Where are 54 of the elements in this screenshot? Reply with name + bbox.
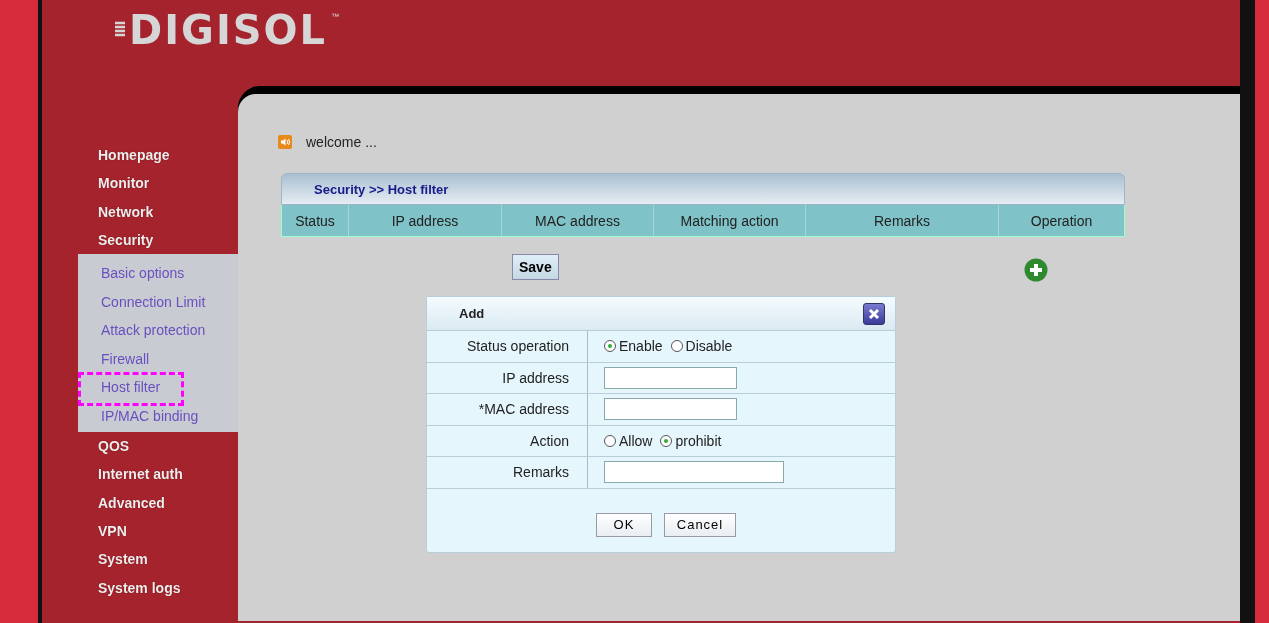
welcome-text: welcome ...	[306, 134, 377, 150]
sidebar-item[interactable]: System logs	[42, 573, 238, 602]
trademark-sign: ™	[331, 12, 340, 21]
add-icon[interactable]	[1023, 258, 1048, 282]
column-header: IP address	[349, 205, 502, 236]
radio-option[interactable]: prohibit	[660, 432, 722, 449]
radio-label: Allow	[619, 432, 653, 449]
field-label: Action	[427, 425, 588, 456]
radio-button[interactable]	[670, 340, 683, 353]
sidebar-item[interactable]: Advanced	[42, 488, 238, 518]
sidebar-item[interactable]: QOS	[42, 432, 238, 461]
submenu-item[interactable]: IP/MAC binding	[78, 401, 238, 431]
submenu-item[interactable]: Basic options	[78, 259, 238, 288]
sidebar-item[interactable]: Security	[42, 225, 238, 255]
sidebar-item[interactable]: Monitor	[42, 169, 238, 198]
input-field[interactable]	[604, 398, 737, 421]
ok-button[interactable]: OK	[596, 512, 652, 537]
sidebar-item[interactable]: Network	[42, 197, 238, 226]
speaker-icon	[278, 135, 292, 149]
radio-option[interactable]: Enable	[604, 338, 663, 355]
radio-button[interactable]	[660, 434, 673, 447]
column-header: Matching action	[654, 205, 806, 236]
field-label: Status operation	[427, 331, 588, 362]
sidebar-item[interactable]: VPN	[42, 517, 238, 546]
close-icon[interactable]	[863, 302, 885, 325]
input-field[interactable]	[604, 366, 737, 389]
submenu-item[interactable]: Firewall	[78, 344, 238, 374]
submenu-item[interactable]: Attack protection	[78, 316, 238, 345]
sidebar-item[interactable]: System	[42, 545, 238, 574]
field-label: Remarks	[427, 457, 588, 488]
sidebar-item[interactable]: Homepage	[42, 141, 238, 170]
sidebar-item[interactable]: Internet auth	[42, 460, 238, 489]
brand-logo: DIGISOL	[129, 8, 328, 52]
radio-label: Disable	[685, 338, 733, 355]
radio-button[interactable]	[604, 434, 616, 447]
radio-option[interactable]: Allow	[604, 432, 653, 449]
column-header: Remarks	[806, 205, 999, 236]
field-label: IP address	[427, 362, 588, 393]
radio-button[interactable]	[604, 340, 616, 353]
submenu-item[interactable]: Host filter	[78, 373, 238, 402]
save-button[interactable]: Save	[512, 254, 559, 280]
column-header: Operation	[1029, 211, 1094, 231]
radio-label: Enable	[619, 338, 663, 355]
dialog-title: Add	[459, 306, 485, 321]
column-header: MAC address	[502, 205, 654, 236]
logo-lines-icon	[115, 21, 125, 39]
radio-label: prohibit	[675, 432, 722, 449]
field-label: *MAC address	[427, 394, 588, 425]
cancel-button[interactable]: Cancel	[664, 512, 736, 537]
panel-title: Security >> Host filter	[281, 173, 1125, 205]
submenu-item[interactable]: Connection Limit	[78, 287, 238, 317]
input-field[interactable]	[604, 461, 784, 484]
column-header: Status	[282, 205, 349, 236]
radio-option[interactable]: Disable	[670, 338, 733, 355]
